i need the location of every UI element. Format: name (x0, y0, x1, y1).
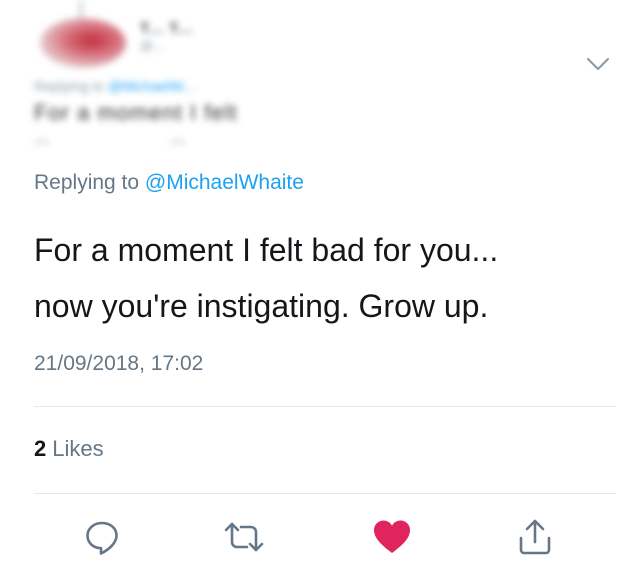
parent-replying-prefix: Replying to (34, 78, 105, 94)
replying-mention-link[interactable]: @MichaelWhaite (145, 171, 304, 194)
chevron-down-icon[interactable] (584, 54, 612, 74)
share-button[interactable] (513, 515, 557, 559)
divider (34, 406, 616, 407)
parent-author-name: T... T... (140, 20, 194, 37)
likes-label: Likes (52, 436, 104, 461)
likes-count: 2 (34, 436, 47, 461)
parent-tweet-text: For a moment I felt (34, 100, 238, 125)
avatar (40, 18, 126, 68)
tweet-timestamp[interactable]: 21/09/2018, 17:02 (34, 352, 203, 376)
tweet-text: For a moment I felt bad for you... now y… (34, 222, 624, 334)
parent-action-icons: ⌒⌒ (34, 141, 307, 158)
parent-replying-to: Replying to @MichaelW... (34, 78, 195, 94)
tweet-text-line: now you're instigating. Grow up. (34, 288, 489, 324)
like-button[interactable] (370, 515, 414, 559)
tweet-text-line: For a moment I felt bad for you... (34, 232, 499, 268)
retweet-icon (224, 522, 264, 552)
parent-author-handle: @... (140, 38, 165, 53)
replying-prefix: Replying to (34, 171, 140, 194)
retweet-button[interactable] (222, 515, 266, 559)
parent-replying-mention: @MichaelW... (107, 78, 195, 94)
reply-icon (86, 521, 118, 555)
divider (34, 493, 616, 494)
share-icon (519, 519, 551, 555)
replying-to: Replying to @MichaelWhaite (34, 171, 304, 195)
reply-button[interactable] (80, 515, 124, 559)
like-icon (374, 520, 410, 553)
likes-summary[interactable]: 2 Likes (34, 436, 104, 462)
parent-tweet-blurred: T... T... @... Replying to @MichaelW... … (0, 0, 639, 165)
